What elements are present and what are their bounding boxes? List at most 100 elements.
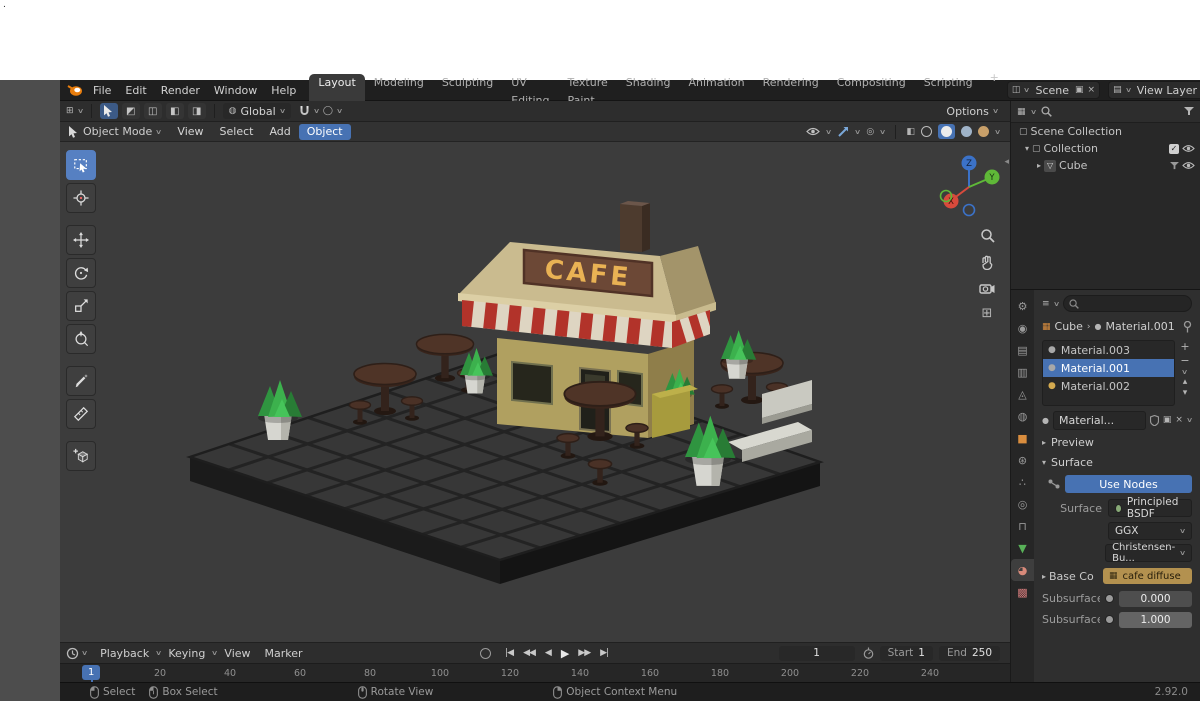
tab-tool[interactable]: ⚙ [1011,295,1034,317]
view-layer-selector[interactable]: ▤ ∨ View Layer [1108,81,1200,99]
frame-start-field[interactable]: Start 1 [879,645,933,661]
subsurface-radius-slider[interactable]: 1.000 [1119,611,1192,628]
expand-arrow-icon[interactable]: ▸ [1037,161,1041,170]
gizmos-icon[interactable] [837,126,849,138]
outliner-row-cube[interactable]: ▸ ▽ Cube [1011,157,1200,174]
menu-view-timeline[interactable]: View [217,643,257,664]
current-frame-field[interactable]: 1 [778,645,855,661]
menu-window[interactable]: Window [207,80,264,101]
tool-add-cube[interactable] [66,441,96,471]
frame-end-field[interactable]: End 250 [938,645,1000,661]
menu-select[interactable]: Select [212,122,262,142]
timeline-ruler[interactable]: 1 20 40 60 80 100 120 140 160 180 200 22… [60,663,1010,684]
tab-object-data[interactable]: ▼ [1011,537,1034,559]
tab-particles[interactable]: ∴ [1011,471,1034,493]
tab-output[interactable]: ▤ [1011,339,1034,361]
play-button[interactable]: ▶ [557,647,572,660]
eye-icon[interactable] [1182,161,1195,170]
material-slot[interactable]: ● Material.002 [1043,377,1174,395]
options-label[interactable]: Options [946,105,988,118]
tool-transform[interactable] [66,324,96,354]
distribution-dropdown[interactable]: GGX ∨ [1108,522,1192,540]
menu-keying[interactable]: Keying [161,643,212,664]
pin-icon[interactable] [1183,320,1192,333]
outliner-row-collection[interactable]: ▾ ▢ Collection ✓ [1011,140,1200,157]
subsurface-slider[interactable]: 0.000 [1119,590,1192,607]
shading-material-icon[interactable] [960,126,972,137]
tool-cursor[interactable] [66,183,96,213]
scene-selector[interactable]: ◫ ∨ Scene ▣ × [1006,81,1101,99]
zoom-icon[interactable] [980,228,995,243]
search-icon[interactable] [1041,106,1052,117]
menu-edit[interactable]: Edit [118,80,153,101]
new-scene-icon[interactable]: ▣ [1075,85,1084,95]
shading-solid-active[interactable] [937,124,955,139]
material-slot[interactable]: ● Material.003 [1043,341,1174,359]
filter-funnel-icon[interactable] [1184,107,1194,116]
menu-object[interactable]: Object [298,123,351,140]
exclude-checkbox[interactable]: ✓ [1169,143,1179,154]
material-slot-selected[interactable]: ● Material.001 [1043,359,1174,377]
new-material-icon[interactable]: ▣ [1163,415,1172,425]
menu-view[interactable]: View [169,122,211,142]
unlink-scene-icon[interactable]: × [1088,85,1096,95]
overlays-icon[interactable]: ◎ [866,127,874,137]
shading-rendered-icon[interactable] [977,126,989,137]
tab-view-layer[interactable]: ▥ [1011,361,1034,383]
slot-specials-icon[interactable]: ∨ [1181,368,1188,376]
breadcrumb-material[interactable]: Material.001 [1106,320,1175,333]
visibility-icon[interactable] [806,127,820,136]
snap-magnet-icon[interactable] [299,105,310,117]
select-mode-extend-icon[interactable]: ◫ [143,103,162,119]
tool-annotate[interactable] [66,366,96,396]
outliner-editor-icon[interactable]: ▦ [1017,107,1026,117]
tab-physics[interactable]: ◎ [1011,493,1034,515]
play-reverse-button[interactable]: ◀ [541,648,555,658]
select-mode-subtract-icon[interactable]: ◧ [165,103,184,119]
eye-icon[interactable] [1182,144,1195,153]
mode-dropdown[interactable]: Object Mode [83,125,152,138]
prev-keyframe-button[interactable]: ◀◀ [519,648,539,658]
surface-shader-dropdown[interactable]: Principled BSDF [1108,496,1192,520]
panel-collapse-arrow-icon[interactable]: ◂ [1004,157,1009,167]
material-sphere-icon[interactable]: ● [1042,416,1049,425]
chimney[interactable] [620,201,650,252]
blender-logo-icon[interactable] [67,83,83,97]
tool-box-select[interactable] [66,150,96,180]
outliner-row-scene-collection[interactable]: ▢ Scene Collection [1011,123,1200,140]
active-tool-icon[interactable] [99,103,118,119]
shading-wireframe-icon[interactable] [920,126,932,137]
select-mode-intersect-icon[interactable]: ◨ [187,103,206,119]
menu-marker[interactable]: Marker [258,643,310,664]
next-keyframe-button[interactable]: ▶▶ [574,648,594,658]
breadcrumb-object[interactable]: Cube [1055,320,1083,333]
move-slot-up-button[interactable]: ▴ [1183,377,1188,387]
select-mode-set-icon[interactable]: ◩ [121,103,140,119]
auto-keying-icon[interactable] [480,647,492,659]
jump-to-end-button[interactable]: ▶| [596,648,612,658]
tab-world[interactable]: ◍ [1011,405,1034,427]
viewport-3d[interactable]: CAFE Z Y X ⊞ ◂ [60,142,1010,642]
editor-type-icon[interactable]: ⊞ [66,106,74,116]
tool-move[interactable] [66,225,96,255]
clock-icon[interactable] [66,647,79,660]
base-color-texture-chip[interactable]: ▦ cafe diffuse [1103,568,1192,584]
navigation-gizmo[interactable]: Z Y X [936,152,1002,218]
tab-modifiers[interactable]: ⊛ [1011,449,1034,471]
material-name-field[interactable]: Material... [1052,410,1146,430]
tab-material[interactable]: ◕ [1011,559,1034,581]
move-slot-down-button[interactable]: ▾ [1183,388,1188,398]
proportional-edit-icon[interactable]: ◯ [323,106,333,116]
preview-section[interactable]: ▸ Preview [1034,432,1200,452]
transform-orientation-dropdown[interactable]: ◍ Global ∨ [222,103,291,119]
expand-arrow-icon[interactable]: ▾ [1025,144,1029,153]
jump-to-start-button[interactable]: |◀ [501,648,517,658]
use-nodes-button[interactable]: Use Nodes [1065,475,1192,493]
tab-constraints[interactable]: ⊓ [1011,515,1034,537]
menu-add[interactable]: Add [261,122,298,142]
add-slot-button[interactable]: + [1180,340,1189,353]
orthographic-grid-icon[interactable]: ⊞ [982,306,993,321]
xray-toggle-icon[interactable]: ◧ [906,127,915,137]
properties-search-input[interactable] [1062,295,1192,312]
menu-render[interactable]: Render [154,80,207,101]
